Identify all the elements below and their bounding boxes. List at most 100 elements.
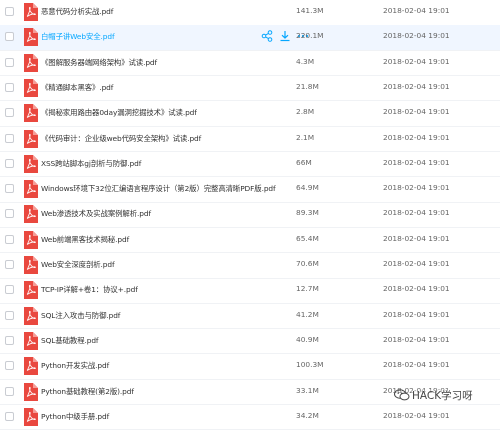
file-row[interactable]: Web渗透技术及实战案例解析.pdf 89.3M 2018-02-04 19:01 — [0, 202, 500, 228]
file-name[interactable]: Web渗透技术及实战案例解析.pdf — [41, 208, 151, 219]
wechat-icon — [394, 389, 410, 401]
file-size: 33.1M — [296, 385, 319, 395]
file-row[interactable]: SQL注入攻击与防御.pdf 41.2M 2018-02-04 19:01 — [0, 304, 500, 330]
file-row[interactable]: 《图解服务器端网络架构》试读.pdf 4.3M 2018-02-04 19:01 — [0, 51, 500, 77]
pdf-file-icon — [23, 28, 38, 47]
file-date: 2018-02-04 19:01 — [383, 56, 450, 66]
file-date: 2018-02-04 19:01 — [383, 157, 450, 167]
file-name[interactable]: Python中级手册.pdf — [41, 411, 109, 422]
pdf-file-icon — [23, 3, 38, 21]
pdf-file-icon — [23, 129, 38, 148]
file-row[interactable]: TCP-IP详解+卷1：协议+.pdf 12.7M 2018-02-04 19:01 — [0, 278, 500, 304]
file-name[interactable]: 恶意代码分析实战.pdf — [41, 6, 113, 17]
pdf-file-icon — [23, 281, 38, 300]
pdf-file-icon — [23, 382, 38, 401]
row-checkbox[interactable] — [5, 234, 14, 244]
file-row[interactable]: SQL基础教程.pdf 40.9M 2018-02-04 19:01 — [0, 329, 500, 355]
row-checkbox[interactable] — [5, 32, 14, 42]
row-checkbox[interactable] — [5, 82, 14, 92]
row-checkbox[interactable] — [5, 386, 14, 396]
file-name[interactable]: 白帽子讲Web安全.pdf — [41, 31, 115, 42]
file-date: 2018-02-04 19:01 — [383, 208, 450, 218]
pdf-file-icon — [23, 230, 38, 249]
file-date: 2018-02-04 19:01 — [383, 233, 450, 243]
row-checkbox[interactable] — [5, 411, 14, 421]
file-row[interactable]: Web前端黑客技术揭秘.pdf 65.4M 2018-02-04 19:01 — [0, 228, 500, 254]
row-checkbox[interactable] — [5, 108, 14, 118]
pdf-file-icon — [23, 357, 38, 376]
file-row[interactable]: XSS跨站脚本gj剖析与防御.pdf 66M 2018-02-04 19:01 — [0, 152, 500, 178]
file-row[interactable]: 恶意代码分析实战.pdf 141.3M 2018-02-04 19:01 — [0, 0, 500, 26]
file-date: 2018-02-04 19:01 — [383, 284, 450, 294]
file-row[interactable]: Python开发实战.pdf 100.3M 2018-02-04 19:01 — [0, 354, 500, 380]
pdf-file-icon — [23, 256, 38, 274]
file-size: 64.9M — [296, 183, 319, 193]
file-name[interactable]: Python开发实战.pdf — [41, 360, 109, 371]
row-checkbox[interactable] — [5, 260, 14, 269]
file-name[interactable]: SQL基础教程.pdf — [41, 335, 99, 346]
file-name[interactable]: Web安全深度剖析.pdf — [41, 259, 115, 270]
file-size: 2.1M — [296, 132, 315, 142]
row-checkbox[interactable] — [5, 361, 14, 371]
file-size: 66M — [296, 157, 312, 167]
file-size: 100.3M — [296, 360, 324, 370]
file-row[interactable]: 《揭秘家用路由器0day漏洞挖掘技术》试读.pdf 2.8M 2018-02-04 … — [0, 101, 500, 127]
pdf-file-icon — [23, 407, 38, 426]
row-checkbox[interactable] — [5, 335, 14, 345]
file-name[interactable]: 《代码审计：企业级web代码安全架构》试读.pdf — [41, 133, 201, 144]
file-size: 70.6M — [296, 259, 319, 268]
pdf-file-icon — [23, 205, 38, 224]
file-row[interactable]: Windows环境下32位汇编语言程序设计（第2版）完整高清晰PDF版.pdf 6… — [0, 177, 500, 203]
file-size: 220.1M — [296, 31, 324, 41]
file-name[interactable]: Web前端黑客技术揭秘.pdf — [41, 234, 129, 245]
file-name[interactable]: Python基础教程(第2版).pdf — [41, 386, 134, 397]
row-checkbox[interactable] — [5, 158, 14, 168]
file-size: 89.3M — [296, 208, 319, 218]
row-checkbox[interactable] — [5, 57, 14, 67]
pdf-file-icon — [23, 53, 38, 72]
row-checkbox[interactable] — [5, 285, 14, 295]
share-icon[interactable] — [261, 30, 273, 43]
watermark-text: HACK学习呀 — [412, 390, 473, 402]
file-size: 40.9M — [296, 334, 319, 344]
file-size: 4.3M — [296, 56, 315, 66]
row-checkbox[interactable] — [5, 7, 14, 16]
download-icon[interactable] — [279, 30, 291, 42]
file-name[interactable]: Windows环境下32位汇编语言程序设计（第2版）完整高清晰PDF版.pdf — [41, 183, 276, 194]
file-row[interactable]: 白帽子讲Web安全.pdf 220.1M 2018-02-04 19:01 — [0, 25, 500, 51]
file-name[interactable]: 《揭秘家用路由器0day漏洞挖掘技术》试读.pdf — [41, 107, 197, 118]
file-size: 21.8M — [296, 81, 319, 91]
file-size: 34.2M — [296, 410, 319, 420]
row-checkbox[interactable] — [5, 310, 14, 320]
watermark: HACK学习呀 — [390, 385, 500, 407]
file-name[interactable]: XSS跨站脚本gj剖析与防御.pdf — [41, 158, 141, 169]
file-date: 2018-02-04 19:01 — [383, 334, 450, 344]
file-date: 2018-02-04 19:01 — [383, 31, 450, 41]
file-date: 2018-02-04 19:01 — [383, 107, 450, 117]
file-row[interactable]: 《代码审计：企业级web代码安全架构》试读.pdf 2.1M 2018-02-04 … — [0, 127, 500, 152]
row-checkbox[interactable] — [5, 184, 14, 194]
file-row[interactable]: Python中级手册.pdf 34.2M 2018-02-04 19:01 — [0, 405, 500, 430]
pdf-file-icon — [23, 154, 38, 173]
file-date: 2018-02-04 19:01 — [383, 360, 450, 370]
pdf-file-icon — [23, 78, 38, 97]
pdf-file-icon — [23, 180, 38, 199]
file-row[interactable]: 《精通脚本黑客》.pdf 21.8M 2018-02-04 19:01 — [0, 76, 500, 102]
file-date: 2018-02-04 19:01 — [383, 309, 450, 319]
file-size: 41.2M — [296, 309, 319, 319]
file-row[interactable]: Web安全深度剖析.pdf 70.6M 2018-02-04 19:01 — [0, 253, 500, 279]
file-size: 2.8M — [296, 107, 315, 117]
row-checkbox[interactable] — [5, 209, 14, 219]
file-name[interactable]: 《精通脚本黑客》.pdf — [41, 82, 113, 93]
file-date: 2018-02-04 19:01 — [383, 132, 450, 142]
file-name[interactable]: TCP-IP详解+卷1：协议+.pdf — [41, 284, 138, 295]
pdf-file-icon — [23, 104, 38, 123]
file-size: 141.3M — [296, 6, 324, 15]
file-date: 2018-02-04 19:01 — [383, 6, 450, 15]
file-name[interactable]: SQL注入攻击与防御.pdf — [41, 310, 120, 321]
row-checkbox[interactable] — [5, 133, 14, 143]
file-date: 2018-02-04 19:01 — [383, 183, 450, 193]
file-date: 2018-02-04 19:01 — [383, 81, 450, 91]
file-name[interactable]: 《图解服务器端网络架构》试读.pdf — [41, 57, 157, 68]
file-date: 2018-02-04 19:01 — [383, 259, 450, 268]
